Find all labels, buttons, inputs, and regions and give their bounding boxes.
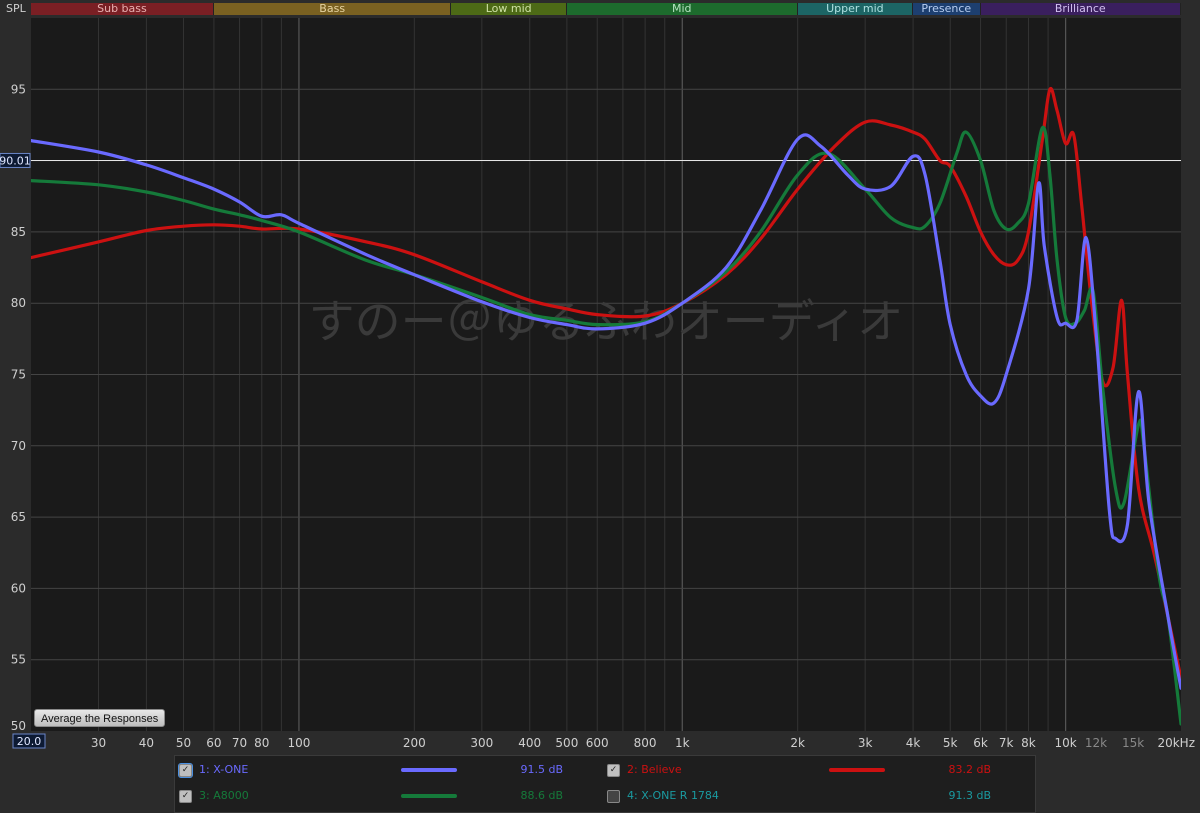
x-tick-label: 15k xyxy=(1122,736,1144,750)
x-tick-label: 1k xyxy=(675,736,690,750)
legend-item[interactable]: ✓ 2: Believe 83.2 dB xyxy=(607,760,1027,780)
x-tick-label: 6k xyxy=(973,736,988,750)
y-tick-label: 95 xyxy=(11,82,26,96)
x-tick-label: 400 xyxy=(518,736,541,750)
x-tick-label: 10k xyxy=(1054,736,1076,750)
x-tick-label: 200 xyxy=(403,736,426,750)
x-tick-label: 3k xyxy=(858,736,873,750)
legend-checkbox[interactable]: ✓ xyxy=(178,763,193,778)
y-tick-label: 65 xyxy=(11,510,26,524)
x-tick-label: 5k xyxy=(943,736,958,750)
x-tick-label: 70 xyxy=(232,736,247,750)
y-tick-label: 85 xyxy=(11,225,26,239)
x-tick-label: 30 xyxy=(91,736,106,750)
legend-name: 4: X-ONE R 1784 xyxy=(627,789,719,802)
x-tick-label: 4k xyxy=(906,736,921,750)
x-tick-label: 40 xyxy=(139,736,154,750)
legend-level-value: 88.6 dB xyxy=(520,789,563,802)
legend-item[interactable]: 4: X-ONE R 1784 91.3 dB xyxy=(607,786,1027,806)
y-tick-label: 50 xyxy=(11,719,26,733)
legend-level-value: 91.5 dB xyxy=(520,763,563,776)
legend-checkbox[interactable]: ✓ xyxy=(607,764,620,777)
x-tick-label: 12k xyxy=(1085,736,1107,750)
measurement-legend: ✓ 1: X-ONE 91.5 dB ✓ 2: Believe 83.2 dB ✓ 3: A8… xyxy=(174,755,1036,813)
legend-name: 2: Believe xyxy=(627,763,682,776)
cursor-freq-label: 20.0 xyxy=(17,735,42,748)
x-tick-label: 7k xyxy=(999,736,1014,750)
x-tick-label: 100 xyxy=(287,736,310,750)
legend-checkbox[interactable]: ✓ xyxy=(179,790,192,803)
legend-checkbox[interactable] xyxy=(607,790,620,803)
x-tick-label: 80 xyxy=(254,736,269,750)
y-tick-label: 80 xyxy=(11,296,26,310)
x-tick-label: 60 xyxy=(206,736,221,750)
watermark-text: すのー＠ゆるふわオーディオ xyxy=(309,294,904,348)
y-tick-label: 75 xyxy=(11,368,26,382)
legend-item[interactable]: ✓ 3: A8000 88.6 dB xyxy=(179,786,599,806)
x-tick-label: 300 xyxy=(470,736,493,750)
x-tick-label: 600 xyxy=(586,736,609,750)
y-tick-label: 70 xyxy=(11,439,26,453)
x-tick-label: 500 xyxy=(555,736,578,750)
legend-color-swatch xyxy=(401,794,457,798)
cursor-value-label: 90.01 xyxy=(0,154,31,167)
x-tick-label: 2k xyxy=(790,736,805,750)
legend-item[interactable]: ✓ 1: X-ONE 91.5 dB xyxy=(178,760,599,780)
legend-color-swatch xyxy=(401,768,457,772)
x-tick-label: 50 xyxy=(176,736,191,750)
frequency-response-chart[interactable]: すのー＠ゆるふわオーディオ5560657075808590955090.0130… xyxy=(0,0,1200,750)
legend-level-value: 91.3 dB xyxy=(948,789,991,802)
legend-color-swatch xyxy=(829,768,885,772)
legend-level-value: 83.2 dB xyxy=(948,763,991,776)
y-tick-label: 55 xyxy=(11,653,26,667)
legend-name: 3: A8000 xyxy=(199,789,249,802)
average-responses-button[interactable]: Average the Responses xyxy=(34,709,166,727)
legend-name: 1: X-ONE xyxy=(199,763,249,776)
x-tick-label: 20kHz xyxy=(1157,736,1195,750)
x-tick-label: 8k xyxy=(1021,736,1036,750)
x-tick-label: 800 xyxy=(634,736,657,750)
y-tick-label: 60 xyxy=(11,581,26,595)
